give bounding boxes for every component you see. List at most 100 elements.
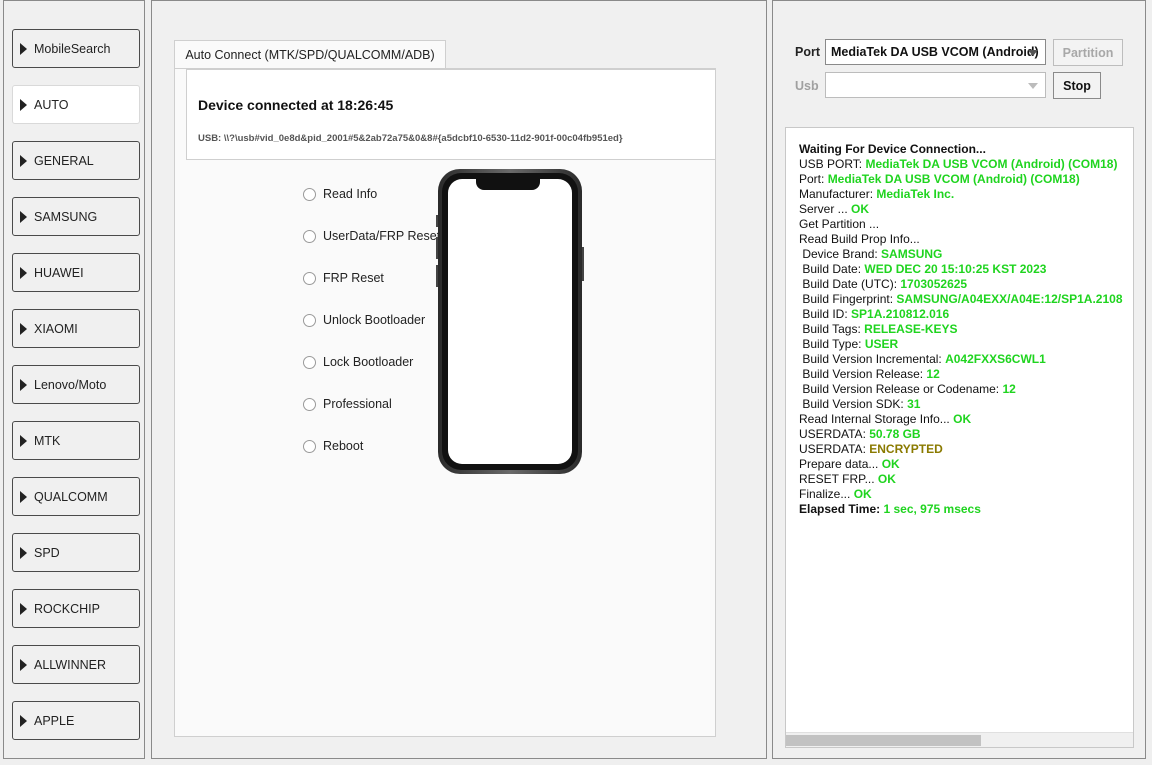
log-line: Elapsed Time: 1 sec, 975 msecs xyxy=(799,502,1133,517)
expand-arrow-icon xyxy=(20,490,27,503)
log-key: USERDATA: xyxy=(799,427,870,441)
expand-arrow-icon xyxy=(20,378,27,391)
log-value: SAMSUNG xyxy=(881,247,943,261)
radio-button[interactable] xyxy=(303,397,316,411)
log-line: Prepare data... OK xyxy=(799,457,1133,472)
sidebar-item-apple[interactable]: APPLE xyxy=(12,701,140,740)
log-output[interactable]: Waiting For Device Connection... USB PORT… xyxy=(785,127,1134,748)
option-frp-reset[interactable]: FRP Reset xyxy=(303,271,384,285)
log-key: Build Version SDK: xyxy=(799,397,908,411)
expand-arrow-icon xyxy=(20,658,27,671)
sidebar-item-general[interactable]: GENERAL xyxy=(12,141,140,180)
stop-button[interactable]: Stop xyxy=(1053,72,1101,99)
radio-button[interactable] xyxy=(303,313,316,327)
main-workspace: Auto Connect (MTK/SPD/QUALCOMM/ADB) Devi… xyxy=(151,0,767,759)
log-line: USERDATA: 50.78 GB xyxy=(799,427,1133,442)
log-key: USERDATA: xyxy=(799,442,870,456)
expand-arrow-icon xyxy=(20,434,27,447)
sidebar-item-mtk[interactable]: MTK xyxy=(12,421,140,460)
log-value: WED DEC 20 15:10:25 KST 2023 xyxy=(864,262,1047,276)
expand-arrow-icon xyxy=(20,714,27,727)
option-label: Lock Bootloader xyxy=(323,355,414,369)
log-value: OK xyxy=(877,472,896,486)
scrollbar-thumb[interactable] xyxy=(786,735,981,746)
log-line: Get Partition ... xyxy=(799,217,1133,232)
option-read-info[interactable]: Read Info xyxy=(303,187,377,201)
option-unlock-bootloader[interactable]: Unlock Bootloader xyxy=(303,313,425,327)
log-key: Manufacturer: xyxy=(799,187,877,201)
expand-arrow-icon xyxy=(20,546,27,559)
radio-button[interactable] xyxy=(303,355,316,369)
log-key: Port: xyxy=(799,172,828,186)
log-line: Device Brand: SAMSUNG xyxy=(799,247,1133,262)
port-select-value: MediaTek DA USB VCOM (Android) xyxy=(831,45,1039,59)
phone-bezel xyxy=(442,173,578,470)
option-userdata-frp-reset[interactable]: UserData/FRP Reset xyxy=(303,229,440,243)
sidebar-item-huawei[interactable]: HUAWEI xyxy=(12,253,140,292)
log-value: 12 xyxy=(1002,382,1016,396)
connection-log-panel: Port MediaTek DA USB VCOM (Android) Part… xyxy=(772,0,1146,759)
sidebar-item-qualcomm[interactable]: QUALCOMM xyxy=(12,477,140,516)
log-line: Build Tags: RELEASE-KEYS xyxy=(799,322,1133,337)
radio-button[interactable] xyxy=(303,439,316,453)
sidebar-item-allwinner[interactable]: ALLWINNER xyxy=(12,645,140,684)
port-select[interactable]: MediaTek DA USB VCOM (Android) xyxy=(825,39,1046,65)
sidebar-item-mobilesearch[interactable]: MobileSearch xyxy=(12,29,140,68)
device-status-box: Device connected at 18:26:45 USB: \\?\us… xyxy=(186,69,716,160)
option-reboot[interactable]: Reboot xyxy=(303,439,363,453)
chevron-down-icon xyxy=(1028,50,1038,56)
expand-arrow-icon xyxy=(20,266,27,279)
phone-power-button xyxy=(582,247,584,281)
sidebar-item-samsung[interactable]: SAMSUNG xyxy=(12,197,140,236)
expand-arrow-icon xyxy=(20,42,27,55)
log-value: 1 sec, 975 msecs xyxy=(883,502,981,516)
log-value: RELEASE-KEYS xyxy=(864,322,958,336)
log-line: Build Version Incremental: A042FXXS6CWL1 xyxy=(799,352,1133,367)
log-key: Read Internal Storage Info... xyxy=(799,412,954,426)
log-key: Build ID: xyxy=(799,307,852,321)
option-label: Professional xyxy=(323,397,392,411)
log-key: Read Build Prop Info... xyxy=(799,232,920,246)
horizontal-scrollbar[interactable] xyxy=(786,732,1133,747)
sidebar-item-label: QUALCOMM xyxy=(34,489,108,504)
port-label: Port xyxy=(795,45,820,59)
log-key: Prepare data... xyxy=(799,457,882,471)
sidebar-item-xiaomi[interactable]: XIAOMI xyxy=(12,309,140,348)
log-line: Port: MediaTek DA USB VCOM (Android) (CO… xyxy=(799,172,1133,187)
log-value: OK xyxy=(851,202,870,216)
sidebar-item-spd[interactable]: SPD xyxy=(12,533,140,572)
option-lock-bootloader[interactable]: Lock Bootloader xyxy=(303,355,413,369)
option-label: UserData/FRP Reset xyxy=(323,229,441,243)
log-key: RESET FRP... xyxy=(799,472,878,486)
log-key: Server ... xyxy=(799,202,852,216)
log-key: Build Tags: xyxy=(799,322,865,336)
sidebar-item-label: ALLWINNER xyxy=(34,657,107,672)
radio-button[interactable] xyxy=(303,271,316,285)
sidebar-item-auto[interactable]: AUTO xyxy=(12,85,140,124)
usb-select[interactable] xyxy=(825,72,1046,98)
sidebar-item-label: SAMSUNG xyxy=(34,209,98,224)
log-line: Finalize... OK xyxy=(799,487,1133,502)
log-value: 12 xyxy=(926,367,940,381)
partition-button[interactable]: Partition xyxy=(1053,39,1123,66)
log-line: Server ... OK xyxy=(799,202,1133,217)
log-key: Waiting For Device Connection... xyxy=(799,142,986,156)
option-label: FRP Reset xyxy=(323,271,384,285)
log-line: Build Fingerprint: SAMSUNG/A04EXX/A04E:1… xyxy=(799,292,1133,307)
option-professional[interactable]: Professional xyxy=(303,397,392,411)
sidebar-item-lenovo-moto[interactable]: Lenovo/Moto xyxy=(12,365,140,404)
radio-button[interactable] xyxy=(303,229,316,243)
log-key: Build Fingerprint: xyxy=(799,292,897,306)
tab-auto-connect[interactable]: Auto Connect (MTK/SPD/QUALCOMM/ADB) xyxy=(174,40,446,69)
radio-button[interactable] xyxy=(303,187,316,201)
option-label: Unlock Bootloader xyxy=(323,313,426,327)
phone-screen xyxy=(448,179,572,464)
log-line: Read Build Prop Info... xyxy=(799,232,1133,247)
log-value: OK xyxy=(881,457,900,471)
log-line: USERDATA: ENCRYPTED xyxy=(799,442,1133,457)
sidebar-item-rockchip[interactable]: ROCKCHIP xyxy=(12,589,140,628)
log-value: OK xyxy=(853,487,872,501)
usb-device-path: USB: \\?\usb#vid_0e8d&pid_2001#5&2ab72a7… xyxy=(198,133,623,144)
expand-arrow-icon xyxy=(20,98,27,111)
log-value: A042FXXS6CWL1 xyxy=(945,352,1046,366)
